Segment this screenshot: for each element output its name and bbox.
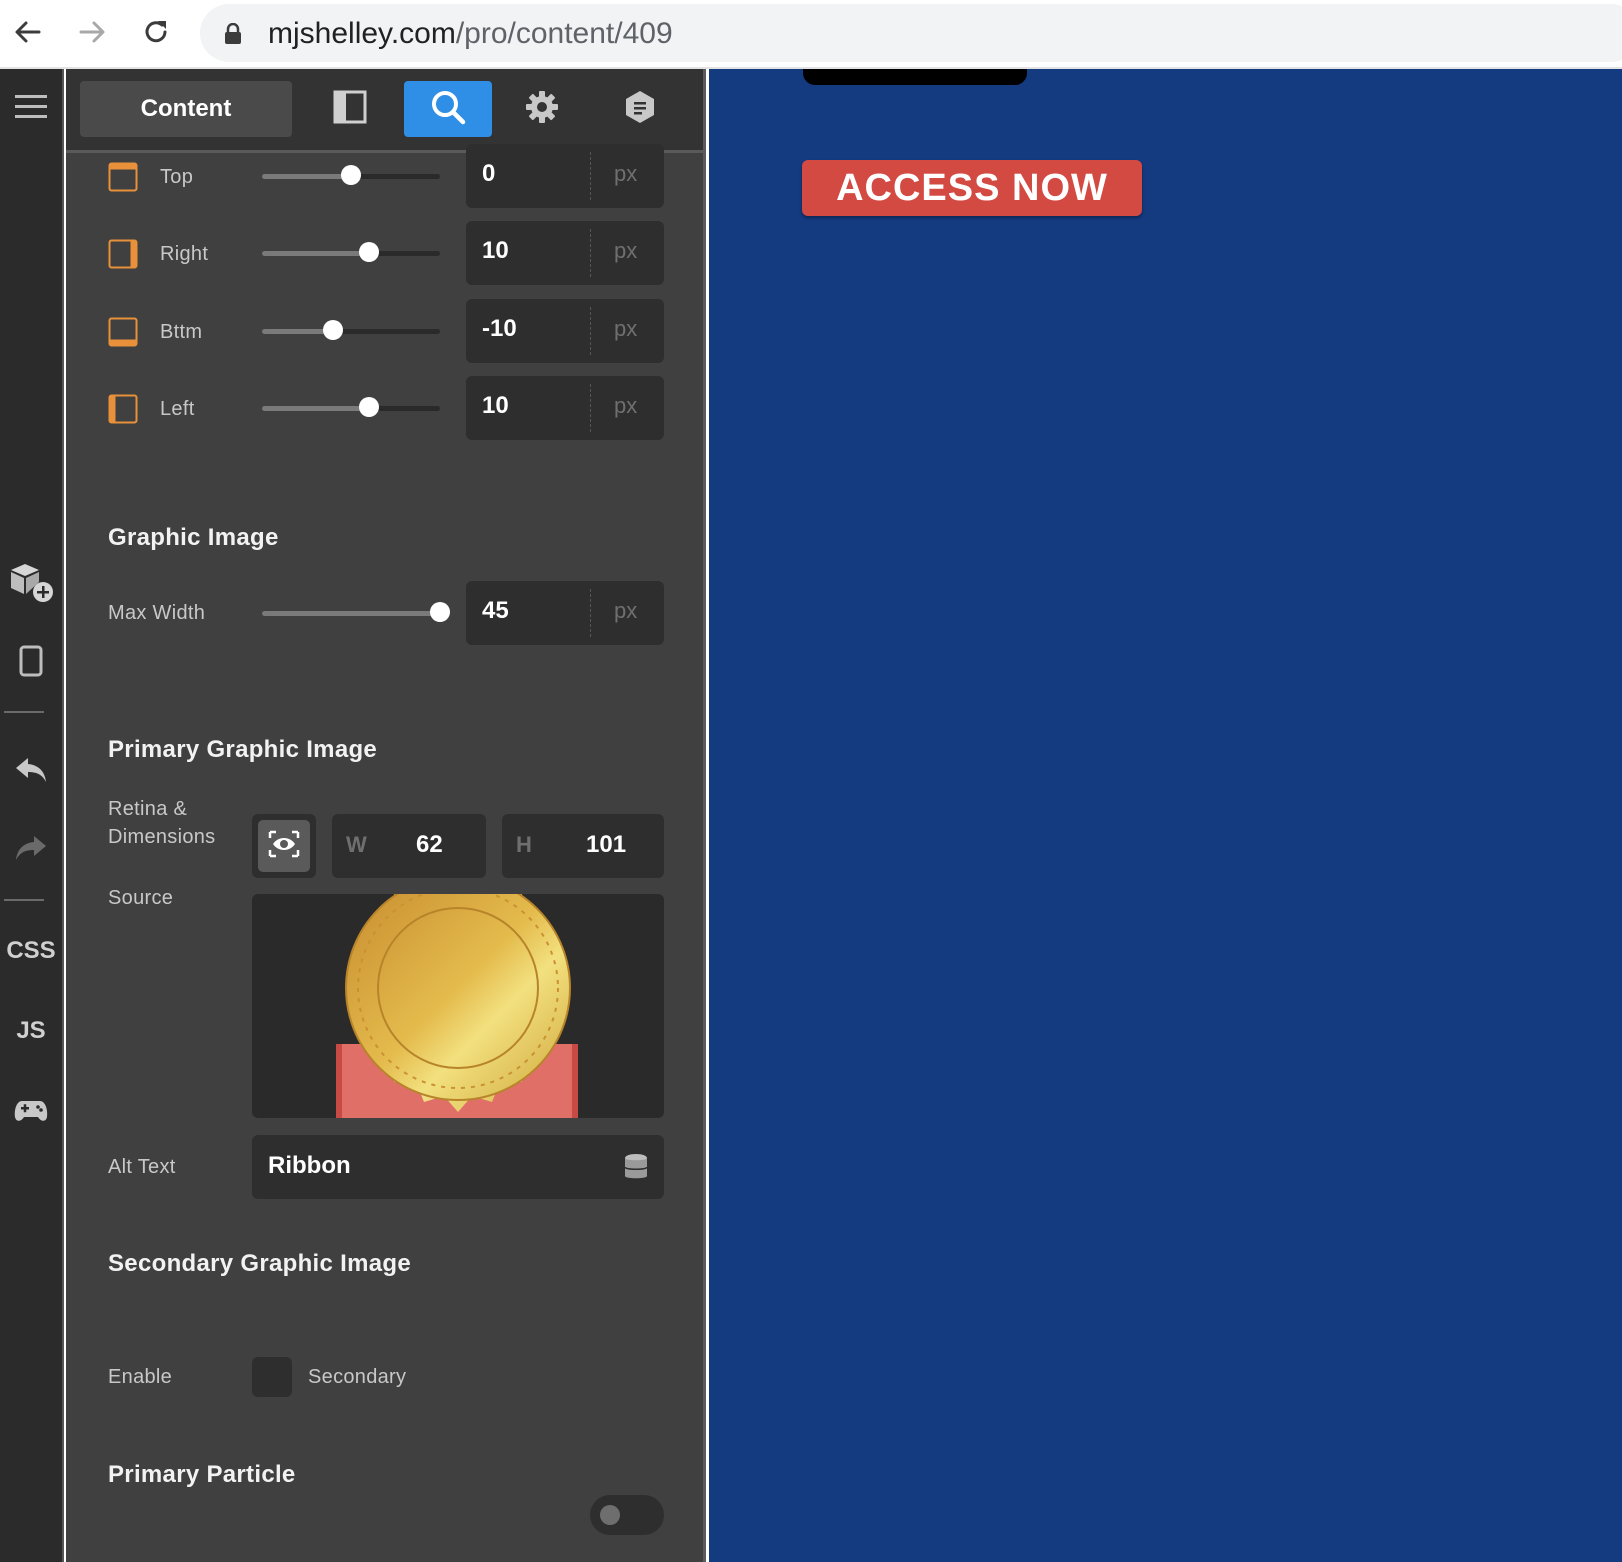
margin-right-slider[interactable]: [262, 242, 440, 262]
primary-particle-toggle[interactable]: [590, 1495, 664, 1535]
browser-toolbar: mjshelley.com/pro/content/409: [0, 0, 1622, 69]
undo-icon[interactable]: [0, 749, 62, 793]
search-icon: [430, 89, 466, 130]
margin-top-slider[interactable]: [262, 165, 440, 185]
retina-toggle-button[interactable]: [252, 814, 316, 878]
max-width-value: 45: [482, 597, 509, 624]
margin-bottom-input[interactable]: -10 px: [466, 299, 664, 363]
unit-label: px: [614, 393, 638, 418]
edge-bottom-icon: [108, 317, 138, 347]
edge-left-icon: [108, 394, 138, 424]
source-label: Source: [108, 887, 174, 909]
margin-top-input[interactable]: 0 px: [466, 144, 664, 208]
alt-text-label: Alt Text: [108, 1156, 176, 1178]
rail-divider: [4, 711, 44, 713]
css-button[interactable]: CSS: [0, 929, 62, 973]
tablet-icon[interactable]: [0, 639, 62, 683]
width-input[interactable]: W 62: [332, 814, 486, 878]
width-value: 62: [416, 831, 443, 858]
add-block-icon[interactable]: [0, 557, 62, 607]
url-domain: mjshelley.com: [268, 17, 456, 50]
settings-button[interactable]: [498, 81, 586, 137]
forward-arrow-icon[interactable]: [72, 12, 112, 52]
height-letter: H: [516, 832, 532, 857]
tab-content[interactable]: Content: [80, 81, 292, 137]
shortcode-button[interactable]: [596, 81, 684, 137]
layout-button[interactable]: [306, 81, 394, 137]
enable-label: Enable: [108, 1366, 173, 1388]
source-image-picker[interactable]: [252, 894, 664, 1118]
margin-value: 0: [482, 160, 496, 187]
retina-dimensions-label: Retina & Dimensions: [108, 798, 216, 848]
back-arrow-icon[interactable]: [8, 12, 48, 52]
css-label: CSS: [6, 937, 56, 964]
database-icon[interactable]: [624, 1153, 648, 1186]
rail-divider: [4, 899, 44, 901]
gold-seal-image: [336, 894, 578, 1118]
lock-icon: [224, 22, 242, 50]
redo-icon[interactable]: [0, 827, 62, 871]
margin-label: Bttm: [160, 321, 203, 343]
unit-label: px: [614, 316, 638, 341]
section-title-secondary-graphic: Secondary Graphic Image: [108, 1250, 412, 1277]
settings-panel: Content Top 0 px Right 10 px Bttm -10 px…: [66, 69, 706, 1562]
page-preview-canvas: ACCESS NOW: [709, 69, 1622, 1562]
edge-top-icon: [108, 162, 138, 192]
section-title-graphic-image: Graphic Image: [108, 524, 279, 551]
height-value: 101: [586, 831, 627, 858]
section-title-primary-particle: Primary Particle: [108, 1461, 296, 1488]
margin-value: -10: [482, 315, 517, 342]
margin-value: 10: [482, 237, 509, 264]
width-letter: W: [346, 832, 367, 857]
height-input[interactable]: H 101: [502, 814, 664, 878]
preview-element[interactable]: [803, 69, 1027, 85]
left-icon-rail: CSS JS: [0, 69, 64, 1562]
access-now-button[interactable]: ACCESS NOW: [802, 160, 1142, 216]
margin-value: 10: [482, 392, 509, 419]
hamburger-menu-icon[interactable]: [0, 89, 62, 125]
address-bar[interactable]: mjshelley.com/pro/content/409: [200, 4, 1622, 62]
margin-label: Right: [160, 243, 209, 265]
edge-right-icon: [108, 239, 138, 269]
max-width-slider[interactable]: [262, 602, 450, 622]
js-button[interactable]: JS: [0, 1009, 62, 1053]
margin-left-slider[interactable]: [262, 397, 440, 417]
margin-left-input[interactable]: 10 px: [466, 376, 664, 440]
margin-bottom-slider[interactable]: [262, 320, 440, 340]
reload-icon[interactable]: [136, 12, 176, 52]
secondary-checkbox-label: Secondary: [308, 1366, 407, 1388]
margin-label: Top: [160, 166, 194, 188]
max-width-label: Max Width: [108, 602, 206, 624]
url-path: /pro/content/409: [455, 17, 673, 50]
gear-icon: [525, 90, 559, 129]
gamepad-icon[interactable]: [0, 1089, 62, 1133]
unit-label: px: [614, 161, 638, 186]
margin-right-input[interactable]: 10 px: [466, 221, 664, 285]
alt-text-value: Ribbon: [268, 1152, 351, 1179]
unit-label: px: [614, 598, 638, 623]
secondary-checkbox[interactable]: [252, 1357, 292, 1397]
max-width-input[interactable]: 45 px: [466, 581, 664, 645]
hexagon-icon: [623, 89, 657, 130]
search-button[interactable]: [404, 81, 492, 137]
js-label: JS: [16, 1017, 46, 1044]
url-text: mjshelley.com/pro/content/409: [268, 17, 673, 51]
panel-toolbar: Content: [66, 69, 703, 153]
margin-label: Left: [160, 398, 195, 420]
alt-text-input[interactable]: Ribbon: [252, 1135, 664, 1199]
eye-icon: [268, 830, 300, 863]
unit-label: px: [614, 238, 638, 263]
layout-icon: [333, 90, 367, 129]
section-title-primary-graphic: Primary Graphic Image: [108, 736, 378, 763]
